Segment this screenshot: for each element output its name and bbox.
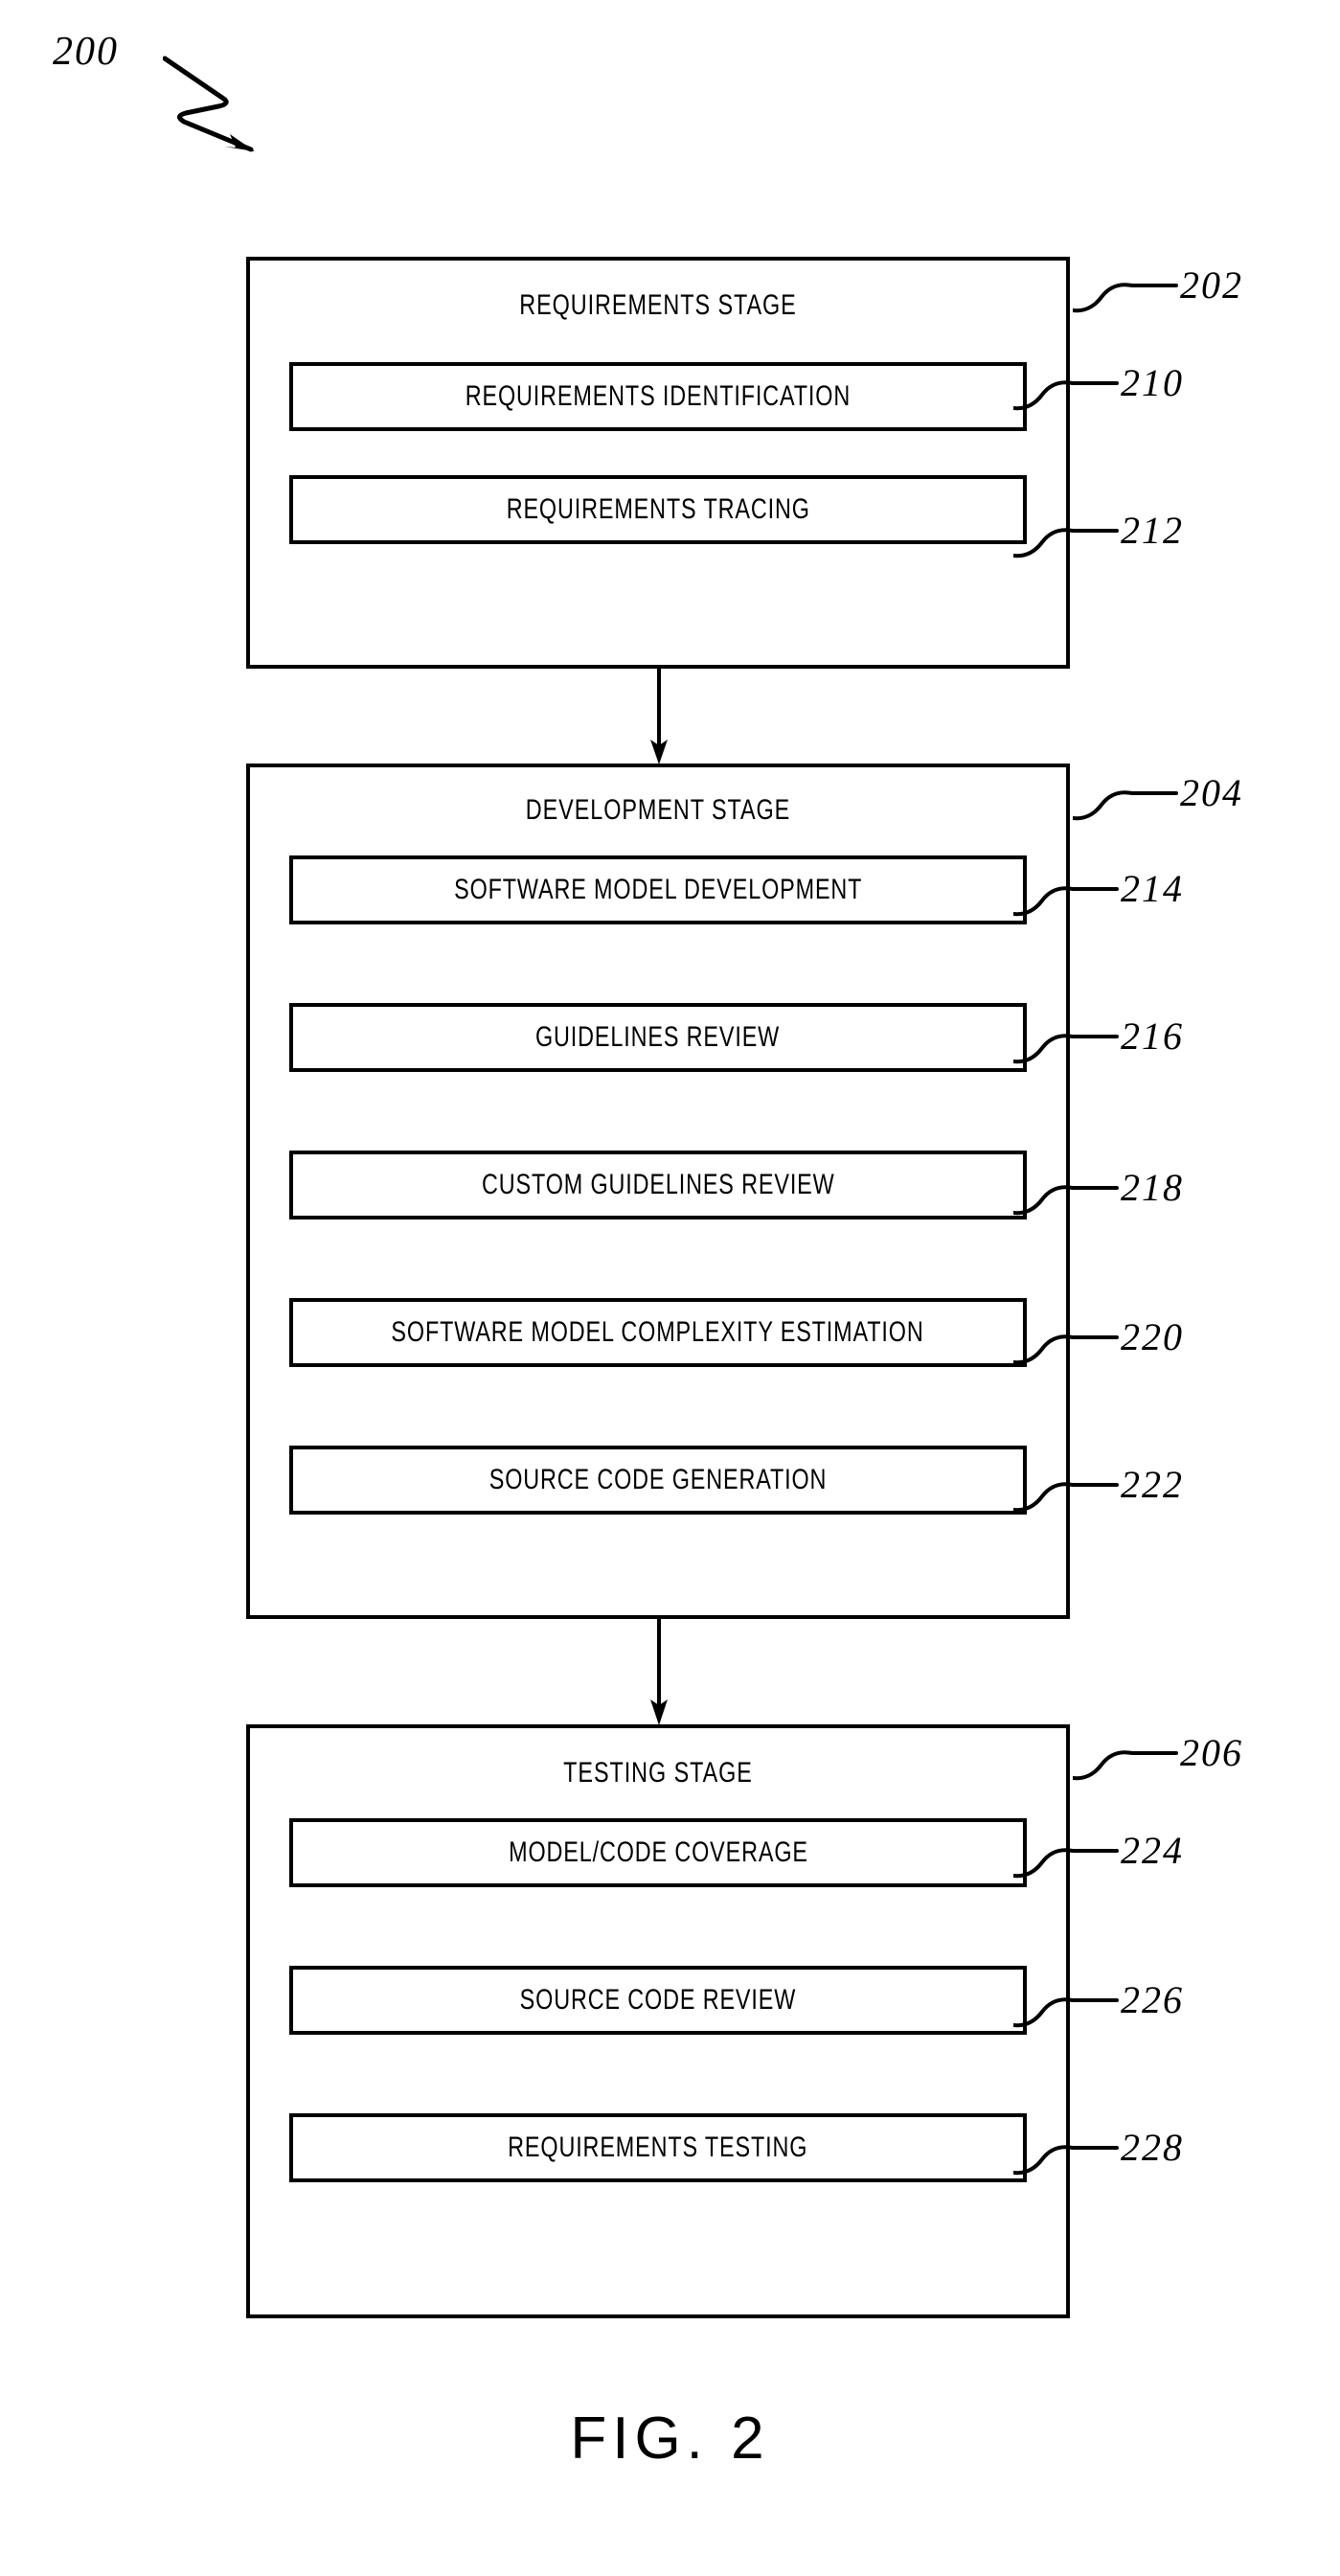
stage-title-development: DEVELOPMENT STAGE: [525, 794, 791, 826]
reference-leader-line-icon: [1073, 283, 1178, 313]
step-label-requirements-identification: REQUIREMENTS IDENTIFICATION: [465, 380, 852, 412]
reference-leader-line-icon: [1013, 1034, 1119, 1064]
stage-box-testing: TESTING STAGE MODEL/CODE COVERAGE SOURCE…: [246, 1724, 1070, 2318]
reference-number-220: 220: [1121, 1315, 1184, 1358]
step-box-source-code-generation[interactable]: SOURCE CODE GENERATION: [289, 1446, 1027, 1515]
figure-caption: FIG. 2: [570, 2405, 770, 2472]
figure-number-200: 200: [53, 30, 119, 74]
reference-leader-line-icon: [1013, 1997, 1119, 2028]
step-box-software-model-development[interactable]: SOFTWARE MODEL DEVELOPMENT: [289, 855, 1027, 924]
reference-leader-line-icon: [1013, 1185, 1119, 1216]
step-box-software-model-complexity-estimation[interactable]: SOFTWARE MODEL COMPLEXITY ESTIMATION: [289, 1298, 1027, 1367]
reference-leader-line-icon: [1013, 2145, 1119, 2176]
figure-leader-arrow-icon: [163, 56, 255, 152]
step-box-source-code-review[interactable]: SOURCE CODE REVIEW: [289, 1966, 1027, 2035]
reference-number-222: 222: [1121, 1463, 1184, 1506]
step-box-requirements-tracing[interactable]: REQUIREMENTS TRACING: [289, 475, 1027, 544]
reference-number-224: 224: [1121, 1829, 1184, 1872]
connector-arrow-requirements-to-development-icon: [650, 669, 668, 764]
reference-number-212: 212: [1121, 509, 1184, 552]
step-label-model-code-coverage: MODEL/CODE COVERAGE: [508, 1836, 808, 1868]
step-box-requirements-testing[interactable]: REQUIREMENTS TESTING: [289, 2113, 1027, 2182]
reference-leader-line-icon: [1013, 528, 1119, 559]
step-label-guidelines-review: GUIDELINES REVIEW: [535, 1021, 781, 1053]
stage-title-requirements: REQUIREMENTS STAGE: [519, 289, 797, 321]
step-label-source-code-generation: SOURCE CODE GENERATION: [488, 1464, 828, 1495]
reference-number-202: 202: [1180, 263, 1243, 307]
step-label-software-model-complexity-estimation: SOFTWARE MODEL COMPLEXITY ESTIMATION: [391, 1316, 925, 1348]
step-label-source-code-review: SOURCE CODE REVIEW: [519, 1984, 797, 2016]
reference-number-228: 228: [1121, 2126, 1184, 2169]
reference-leader-line-icon: [1013, 886, 1119, 917]
stage-box-development: DEVELOPMENT STAGE SOFTWARE MODEL DEVELOP…: [246, 764, 1070, 1619]
reference-leader-line-icon: [1013, 380, 1119, 411]
reference-leader-line-icon: [1013, 1482, 1119, 1513]
step-label-software-model-development: SOFTWARE MODEL DEVELOPMENT: [453, 874, 863, 905]
stage-title-testing: TESTING STAGE: [563, 1757, 753, 1789]
connector-arrow-development-to-testing-icon: [650, 1619, 668, 1725]
reference-number-226: 226: [1121, 1978, 1184, 2021]
step-label-custom-guidelines-review: CUSTOM GUIDELINES REVIEW: [481, 1169, 835, 1200]
reference-leader-line-icon: [1013, 1848, 1119, 1879]
step-box-guidelines-review[interactable]: GUIDELINES REVIEW: [289, 1003, 1027, 1072]
reference-leader-line-icon: [1073, 790, 1178, 821]
reference-number-214: 214: [1121, 867, 1184, 910]
reference-number-206: 206: [1180, 1731, 1243, 1774]
step-box-model-code-coverage[interactable]: MODEL/CODE COVERAGE: [289, 1818, 1027, 1887]
reference-number-218: 218: [1121, 1166, 1184, 1209]
step-label-requirements-tracing: REQUIREMENTS TRACING: [506, 493, 810, 525]
step-box-custom-guidelines-review[interactable]: CUSTOM GUIDELINES REVIEW: [289, 1151, 1027, 1220]
step-box-requirements-identification[interactable]: REQUIREMENTS IDENTIFICATION: [289, 362, 1027, 431]
reference-leader-line-icon: [1073, 1750, 1178, 1781]
step-label-requirements-testing: REQUIREMENTS TESTING: [508, 2131, 808, 2163]
stage-box-requirements: REQUIREMENTS STAGE REQUIREMENTS IDENTIFI…: [246, 257, 1070, 669]
reference-leader-line-icon: [1013, 1334, 1119, 1365]
reference-number-204: 204: [1180, 771, 1243, 814]
reference-number-210: 210: [1121, 361, 1184, 404]
reference-number-216: 216: [1121, 1014, 1184, 1058]
